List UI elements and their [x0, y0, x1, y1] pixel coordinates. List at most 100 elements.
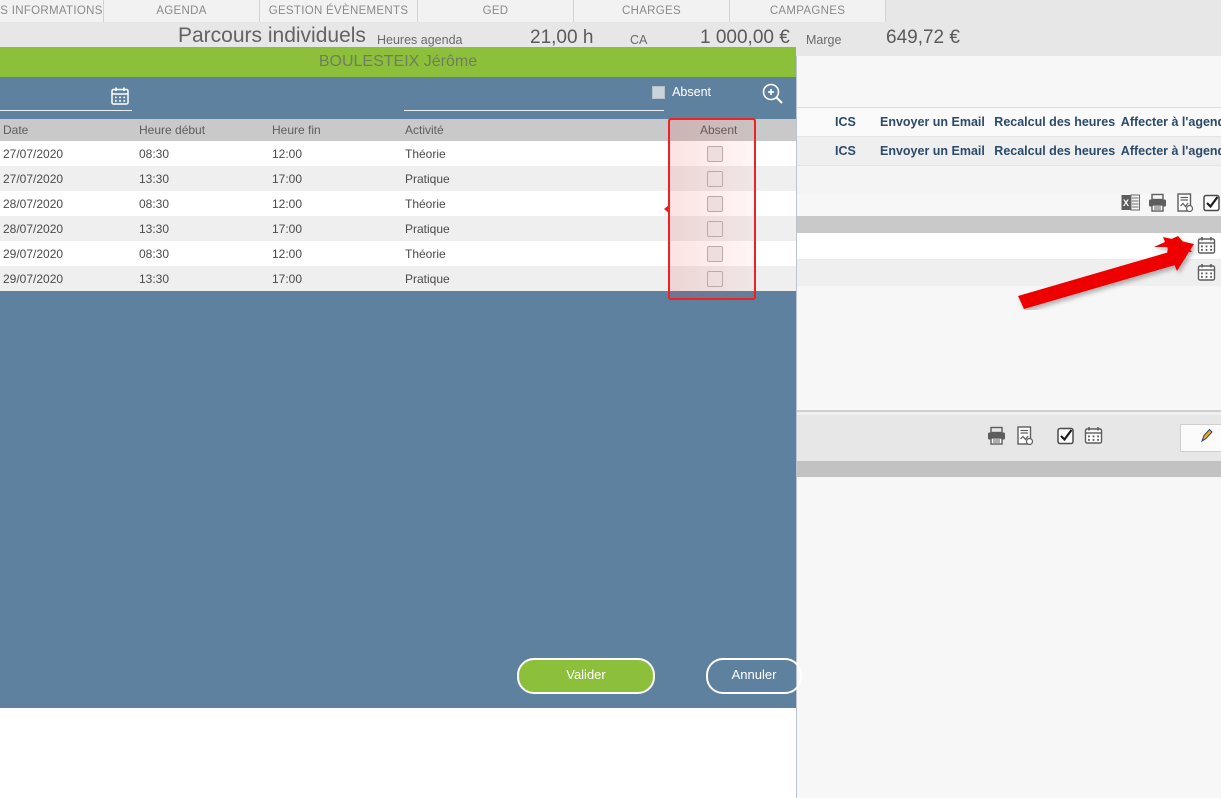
- cell-date: 29/07/2020: [3, 272, 64, 286]
- absent-filter-label: Absent: [672, 85, 711, 99]
- tab-agenda[interactable]: AGENDA: [104, 0, 260, 22]
- tab-campagnes[interactable]: CAMPAGNES: [730, 0, 886, 22]
- column-header-activity[interactable]: Activité: [405, 123, 444, 137]
- pen-icon: [1199, 428, 1215, 449]
- cell-start: 08:30: [139, 197, 170, 211]
- magnifier-plus-icon[interactable]: [760, 81, 786, 107]
- cell-absent-checkbox[interactable]: [707, 146, 723, 162]
- calendar-row-1[interactable]: [797, 233, 1221, 260]
- tab-gestion-evenements[interactable]: GESTION ÉVÈNEMENTS: [260, 0, 418, 22]
- excel-export-icon[interactable]: X: [1120, 192, 1141, 218]
- table-row[interactable]: 27/07/2020 13:30 17:00 Pratique: [0, 166, 796, 191]
- cell-absent-checkbox[interactable]: [707, 196, 723, 212]
- dialog-footer: Valider Annuler: [0, 658, 802, 694]
- calendar-icon-row-1[interactable]: [1196, 235, 1217, 261]
- top-toolbar: X: [1120, 192, 1221, 218]
- cell-absent-checkbox[interactable]: [707, 271, 723, 287]
- page-title: Parcours individuels: [178, 24, 366, 47]
- print-icon[interactable]: [1147, 192, 1168, 218]
- cell-activity: Pratique: [405, 272, 450, 286]
- tab-charges[interactable]: CHARGES: [574, 0, 730, 22]
- print-report-icon[interactable]: [1174, 192, 1195, 218]
- action-row-1[interactable]: ICS Envoyer un Email Recalcul des heures…: [797, 108, 1221, 137]
- ics-link-2[interactable]: ICS: [835, 144, 880, 158]
- table-header-row: Date Heure début Heure fin Activité Abse…: [0, 119, 796, 141]
- cell-start: 08:30: [139, 147, 170, 161]
- right-content-panel: ICS Envoyer un Email Recalcul des heures…: [796, 56, 1221, 798]
- cell-end: 17:00: [272, 222, 303, 236]
- panel-empty-area: [797, 286, 1221, 410]
- lower-divider-band: [797, 461, 1221, 477]
- parcours-individuels-dialog: BOULESTEIX Jérôme Absent Date Heure débu…: [0, 47, 802, 708]
- spacer-band-top: [797, 166, 1221, 194]
- dialog-title: BOULESTEIX Jérôme: [0, 47, 796, 77]
- ca-value: 1 000,00 €: [700, 27, 790, 48]
- cell-end: 17:00: [272, 272, 303, 286]
- table-row[interactable]: 28/07/2020 13:30 17:00 Pratique: [0, 216, 796, 241]
- table-row[interactable]: 28/07/2020 08:30 12:00 Théorie: [0, 191, 796, 216]
- cell-start: 08:30: [139, 247, 170, 261]
- absent-checkbox-box[interactable]: [652, 85, 666, 99]
- send-email-link-2[interactable]: Envoyer un Email: [880, 144, 994, 158]
- cell-absent-checkbox[interactable]: [707, 171, 723, 187]
- cell-activity: Théorie: [405, 147, 446, 161]
- action-row-2[interactable]: ICS Envoyer un Email Recalcul des heures…: [797, 137, 1221, 166]
- print-icon-lower[interactable]: [986, 425, 1007, 451]
- cell-activity: Pratique: [405, 222, 450, 236]
- ca-label: CA: [630, 33, 648, 47]
- marge-label: Marge: [806, 33, 842, 47]
- marge-value: 649,72 €: [886, 27, 960, 48]
- cell-start: 13:30: [139, 222, 170, 236]
- tab-bar-filler: [886, 0, 1221, 22]
- cell-date: 28/07/2020: [3, 197, 64, 211]
- send-email-link-1[interactable]: Envoyer un Email: [880, 115, 994, 129]
- column-header-date[interactable]: Date: [3, 123, 28, 137]
- recalc-hours-link-1[interactable]: Recalcul des heures: [994, 115, 1121, 129]
- edit-button[interactable]: [1180, 424, 1221, 452]
- cell-start: 13:30: [139, 172, 170, 186]
- validate-button[interactable]: Valider: [517, 658, 655, 694]
- cell-activity: Théorie: [405, 197, 446, 211]
- calendar-icon-filter[interactable]: [109, 85, 131, 112]
- filter-bar: Absent: [0, 77, 796, 119]
- column-header-absent[interactable]: Absent: [700, 123, 737, 137]
- absent-filter-checkbox[interactable]: Absent: [652, 85, 711, 99]
- recalc-hours-link-2[interactable]: Recalcul des heures: [994, 144, 1121, 158]
- cell-date: 29/07/2020: [3, 247, 64, 261]
- checkbox-checked-icon-lower[interactable]: [1055, 425, 1076, 451]
- assign-agenda-link-1[interactable]: Affecter à l'agenda: [1121, 115, 1221, 129]
- cell-date: 27/07/2020: [3, 172, 64, 186]
- column-header-start[interactable]: Heure début: [139, 123, 205, 137]
- column-header-end[interactable]: Heure fin: [272, 123, 321, 137]
- ics-link-1[interactable]: ICS: [835, 115, 880, 129]
- checkbox-checked-icon[interactable]: [1201, 192, 1221, 218]
- cell-date: 27/07/2020: [3, 147, 64, 161]
- assign-agenda-link-2[interactable]: Affecter à l'agenda: [1121, 144, 1221, 158]
- calendar-row-2[interactable]: [797, 260, 1221, 287]
- print-report-icon-lower[interactable]: [1014, 425, 1035, 451]
- svg-text:X: X: [1123, 198, 1129, 208]
- cell-date: 28/07/2020: [3, 222, 64, 236]
- table-row[interactable]: 29/07/2020 13:30 17:00 Pratique: [0, 266, 796, 291]
- cancel-button[interactable]: Annuler: [706, 658, 802, 694]
- heures-agenda-value: 21,00 h: [530, 27, 594, 48]
- cell-activity: Théorie: [405, 247, 446, 261]
- calendar-icon-row-2[interactable]: [1196, 262, 1217, 288]
- tab-ged[interactable]: GED: [418, 0, 574, 22]
- cell-end: 12:00: [272, 147, 303, 161]
- section-divider-band: [797, 216, 1221, 233]
- panel-bottom-empty: [797, 477, 1221, 798]
- activity-filter-input[interactable]: [404, 92, 664, 111]
- calendar-icon-lower[interactable]: [1083, 425, 1104, 451]
- table-row[interactable]: 29/07/2020 08:30 12:00 Théorie: [0, 241, 796, 266]
- cell-start: 13:30: [139, 272, 170, 286]
- tab-informations[interactable]: S INFORMATIONS: [0, 0, 104, 22]
- cell-end: 12:00: [272, 247, 303, 261]
- table-row[interactable]: 27/07/2020 08:30 12:00 Théorie: [0, 141, 796, 166]
- cell-end: 12:00: [272, 197, 303, 211]
- heures-agenda-label: Heures agenda: [377, 33, 463, 47]
- cell-absent-checkbox[interactable]: [707, 221, 723, 237]
- application-background: S INFORMATIONS AGENDA GESTION ÉVÈNEMENTS…: [0, 0, 1221, 798]
- main-tab-bar: S INFORMATIONS AGENDA GESTION ÉVÈNEMENTS…: [0, 0, 1221, 23]
- cell-absent-checkbox[interactable]: [707, 246, 723, 262]
